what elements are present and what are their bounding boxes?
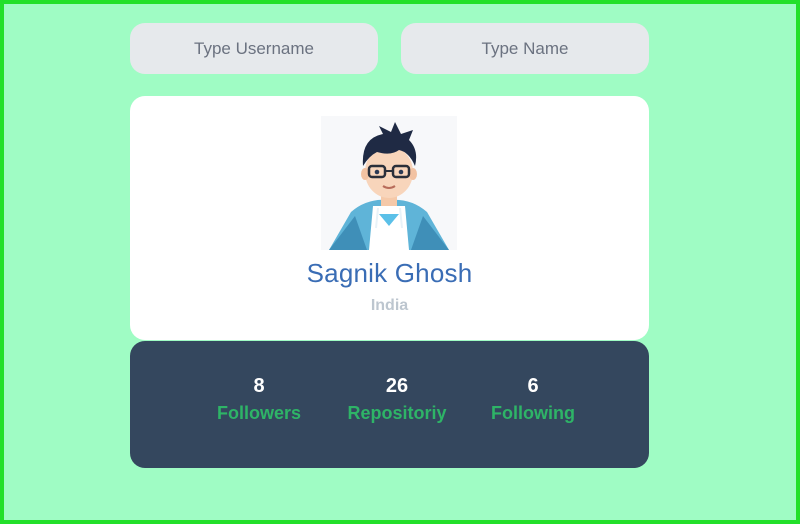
- followers-count: 8: [253, 375, 265, 397]
- user-avatar-illustration-icon: [329, 122, 449, 250]
- name-input[interactable]: [401, 23, 649, 74]
- profile-location: India: [370, 297, 409, 314]
- stat-followers: 8 Followers: [214, 373, 304, 424]
- search-inputs-row: [130, 23, 649, 74]
- stats-card: 8 Followers 26 Repositoriy 6 Following: [130, 341, 649, 468]
- following-count: 6: [527, 375, 539, 397]
- avatar: [321, 116, 457, 250]
- profile-name: Sagnik Ghosh: [306, 258, 473, 288]
- stat-repositories: 26 Repositoriy: [342, 373, 452, 424]
- repositories-label: Repositoriy: [347, 403, 447, 423]
- stat-following: 6 Following: [488, 373, 578, 424]
- username-input[interactable]: [130, 23, 378, 74]
- followers-label: Followers: [216, 403, 301, 423]
- profile-card: Sagnik Ghosh India: [130, 96, 649, 340]
- repositories-count: 26: [385, 375, 409, 397]
- following-label: Following: [491, 403, 575, 423]
